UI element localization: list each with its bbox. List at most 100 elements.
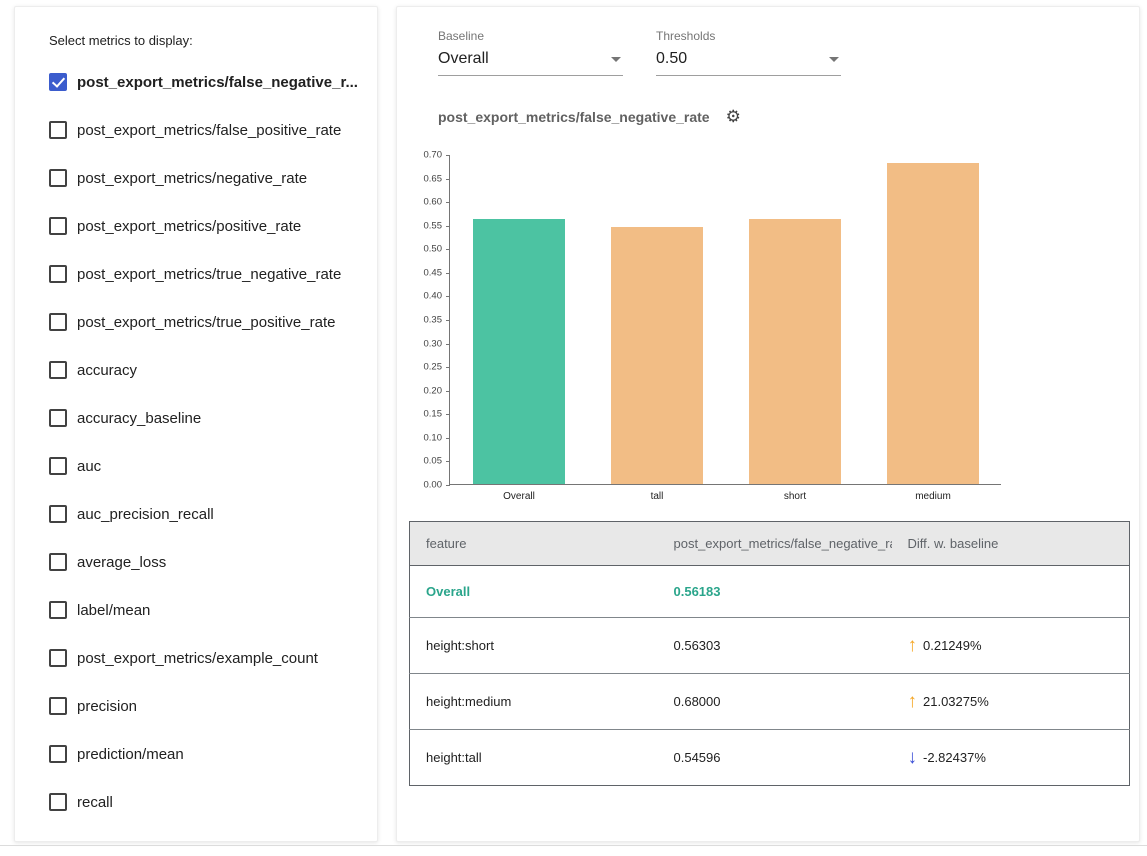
feature-cell: height:short	[410, 618, 658, 674]
metric-checkbox-item[interactable]: accuracy_baseline	[49, 394, 357, 442]
checkbox-unchecked-icon[interactable]	[49, 457, 67, 475]
y-axis-tick-mark	[446, 296, 450, 297]
y-axis-tick-label: 0.00	[404, 480, 442, 491]
thresholds-select[interactable]: 0.50	[656, 46, 841, 76]
metric-checkbox-item[interactable]: post_export_metrics/false_negative_r...	[49, 58, 357, 106]
x-axis-tick-label: tall	[588, 491, 726, 502]
checkbox-unchecked-icon[interactable]	[49, 265, 67, 283]
metric-label: recall	[77, 794, 113, 811]
results-panel: Baseline Overall Thresholds 0.50 post_ex…	[396, 6, 1140, 842]
metric-checkbox-item[interactable]: post_export_metrics/true_negative_rate	[49, 250, 357, 298]
arrow-down-icon: ↓	[908, 748, 918, 767]
y-axis-tick-label: 0.05	[404, 456, 442, 467]
y-axis-tick-label: 0.70	[404, 150, 442, 161]
metric-list: post_export_metrics/false_negative_r...p…	[49, 58, 357, 826]
metric-checkbox-item[interactable]: label/mean	[49, 586, 357, 634]
checkbox-unchecked-icon[interactable]	[49, 793, 67, 811]
metric-checkbox-item[interactable]: auc_precision_recall	[49, 490, 357, 538]
checkbox-unchecked-icon[interactable]	[49, 217, 67, 235]
checkbox-unchecked-icon[interactable]	[49, 409, 67, 427]
diff-cell: ↑ 21.03275%	[892, 674, 1130, 730]
metric-label: post_export_metrics/false_positive_rate	[77, 122, 341, 139]
metric-checkbox-item[interactable]: post_export_metrics/negative_rate	[49, 154, 357, 202]
metric-label: post_export_metrics/positive_rate	[77, 218, 301, 235]
metric-checkbox-item[interactable]: post_export_metrics/example_count	[49, 634, 357, 682]
y-axis-tick-mark	[446, 226, 450, 227]
y-axis-tick-label: 0.40	[404, 291, 442, 302]
thresholds-value: 0.50	[656, 50, 687, 68]
metric-checkbox-item[interactable]: post_export_metrics/true_positive_rate	[49, 298, 357, 346]
thresholds-control: Thresholds 0.50	[656, 29, 841, 76]
gear-icon[interactable]: ⚙	[726, 108, 741, 125]
diff-value: -2.82437%	[923, 750, 986, 765]
bar-short[interactable]	[749, 219, 841, 484]
checkbox-unchecked-icon[interactable]	[49, 553, 67, 571]
y-axis-tick-mark	[446, 438, 450, 439]
y-axis-tick-mark	[446, 249, 450, 250]
metric-checkbox-item[interactable]: post_export_metrics/positive_rate	[49, 202, 357, 250]
table-row[interactable]: height:short0.56303 ↑ 0.21249%	[410, 618, 1130, 674]
checkbox-unchecked-icon[interactable]	[49, 313, 67, 331]
x-axis-tick-label: medium	[864, 491, 1002, 502]
baseline-select[interactable]: Overall	[438, 46, 623, 76]
metric-label: post_export_metrics/negative_rate	[77, 170, 307, 187]
bar-chart: 0.000.050.100.150.200.250.300.350.400.45…	[449, 155, 1139, 485]
y-axis-tick-mark	[446, 461, 450, 462]
metric-label: accuracy	[77, 362, 137, 379]
y-axis-tick-mark	[446, 367, 450, 368]
checkbox-unchecked-icon[interactable]	[49, 361, 67, 379]
table-row[interactable]: height:tall0.54596↓-2.82437%	[410, 730, 1130, 786]
checkbox-unchecked-icon[interactable]	[49, 649, 67, 667]
x-axis-tick-label: short	[726, 491, 864, 502]
metric-value-cell: 0.54596	[658, 730, 892, 786]
arrow-up-icon: ↑	[908, 636, 918, 655]
table-header-row: feature post_export_metrics/false_negati…	[410, 522, 1130, 566]
arrow-up-icon: ↑	[908, 692, 918, 711]
table-row[interactable]: Overall0.56183	[410, 566, 1130, 618]
y-axis-tick-label: 0.15	[404, 409, 442, 420]
metric-label: post_export_metrics/false_negative_r...	[77, 74, 358, 91]
diff-value: 21.03275%	[923, 694, 989, 709]
metric-checkbox-item[interactable]: average_loss	[49, 538, 357, 586]
page: Select metrics to display: post_export_m…	[0, 0, 1147, 856]
chevron-down-icon	[611, 57, 621, 62]
chart-plot-area: 0.000.050.100.150.200.250.300.350.400.45…	[449, 155, 1001, 485]
checkbox-unchecked-icon[interactable]	[49, 121, 67, 139]
bar-overall[interactable]	[473, 219, 565, 484]
metric-value-cell: 0.68000	[658, 674, 892, 730]
table-row[interactable]: height:medium0.68000↑21.03275%	[410, 674, 1130, 730]
metric-label: label/mean	[77, 602, 150, 619]
checkbox-unchecked-icon[interactable]	[49, 745, 67, 763]
checkbox-unchecked-icon[interactable]	[49, 601, 67, 619]
page-bottom-divider	[0, 845, 1147, 846]
y-axis-tick-mark	[446, 273, 450, 274]
metric-label: prediction/mean	[77, 746, 184, 763]
bar-tall[interactable]	[611, 227, 703, 484]
diff-cell: ↑ 0.21249%	[892, 618, 1130, 674]
diff-cell: ↓ -2.82437%	[892, 730, 1130, 786]
metric-checkbox-item[interactable]: precision	[49, 682, 357, 730]
metric-value-cell: 0.56183	[658, 566, 892, 618]
metric-checkbox-item[interactable]: recall	[49, 778, 357, 826]
metric-checkbox-item[interactable]: post_export_metrics/false_positive_rate	[49, 106, 357, 154]
metric-checkbox-item[interactable]: accuracy	[49, 346, 357, 394]
metric-checkbox-item[interactable]: prediction/mean	[49, 730, 357, 778]
y-axis-tick-label: 0.50	[404, 244, 442, 255]
checkbox-unchecked-icon[interactable]	[49, 697, 67, 715]
bar-medium[interactable]	[887, 163, 979, 484]
metric-checkbox-item[interactable]: auc	[49, 442, 357, 490]
checkbox-unchecked-icon[interactable]	[49, 169, 67, 187]
baseline-control: Baseline Overall	[438, 29, 623, 76]
diff-value: 0.21249%	[923, 638, 982, 653]
diff-cell	[892, 566, 1130, 618]
checkbox-unchecked-icon[interactable]	[49, 505, 67, 523]
header-diff-baseline: Diff. w. baseline	[892, 522, 1130, 566]
metric-label: average_loss	[77, 554, 166, 571]
metric-label: post_export_metrics/true_negative_rate	[77, 266, 341, 283]
checkbox-checked-icon[interactable]	[49, 73, 67, 91]
y-axis-tick-mark	[446, 155, 450, 156]
panel-title: Select metrics to display:	[49, 33, 357, 48]
metric-selector-panel: Select metrics to display: post_export_m…	[14, 6, 378, 842]
metric-value-cell: 0.56303	[658, 618, 892, 674]
y-axis-tick-label: 0.65	[404, 173, 442, 184]
